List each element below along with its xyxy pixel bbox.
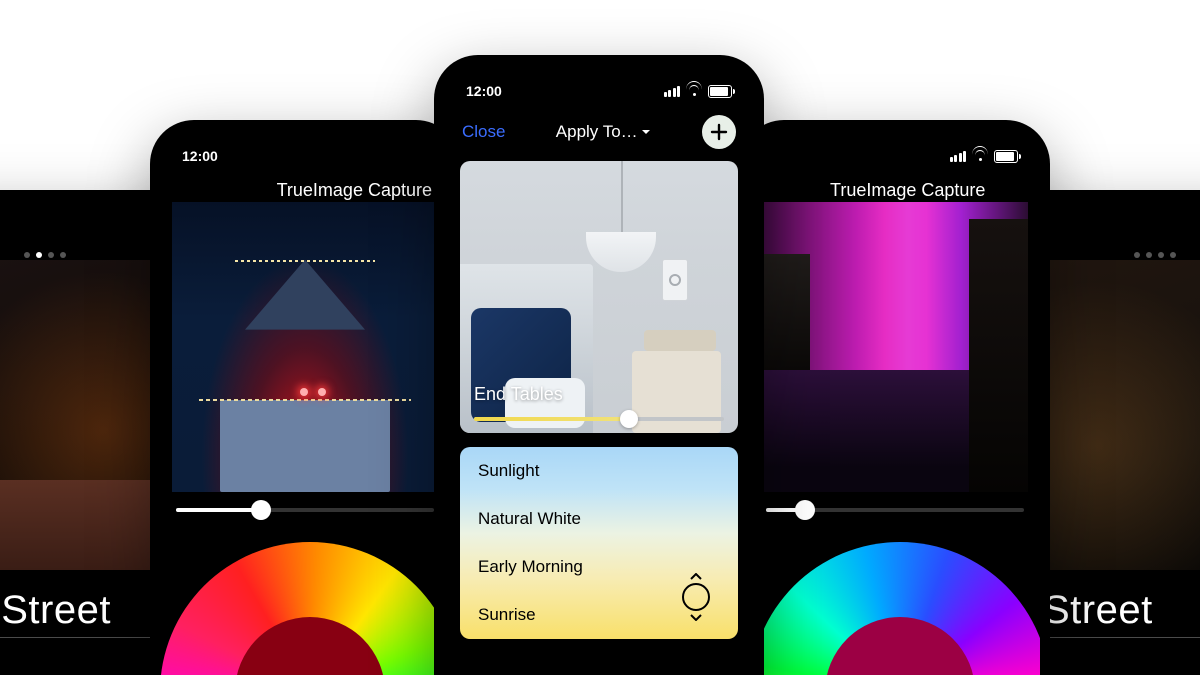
slider-thumb[interactable]	[620, 410, 638, 428]
status-icons	[664, 85, 733, 98]
chevron-up-icon	[689, 573, 703, 581]
status-time: 12:00	[466, 83, 502, 99]
phone-right: TrueImage Capture	[740, 120, 1050, 675]
battery-icon	[708, 85, 732, 98]
add-button[interactable]	[702, 115, 736, 149]
preset-natural-white[interactable]: Natural White	[460, 495, 738, 543]
color-wheel[interactable]	[750, 542, 1040, 675]
apply-to-dropdown[interactable]: Apply To…	[556, 122, 652, 142]
close-button[interactable]: Close	[462, 122, 505, 142]
status-bar: 12:00	[160, 130, 450, 176]
preset-sunlight[interactable]: Sunlight	[460, 447, 738, 495]
plus-icon	[710, 123, 728, 141]
color-wheel[interactable]	[160, 542, 450, 675]
scene-brightness-slider[interactable]	[474, 417, 724, 421]
scene-card[interactable]: End Tables	[460, 161, 738, 433]
phone-left: 12:00 TrueImage Capture	[150, 120, 460, 675]
apply-to-label: Apply To…	[556, 122, 638, 142]
pendant-light-icon	[586, 232, 656, 272]
battery-icon	[994, 150, 1018, 163]
color-temperature-presets[interactable]: Sunlight Natural White Early Morning Sun…	[460, 447, 738, 639]
trueimage-capture-label: TrueImage Capture	[830, 180, 985, 201]
trueimage-capture-label: TrueImage Capture	[277, 180, 432, 201]
capture-image[interactable]	[172, 202, 438, 492]
brightness-slider[interactable]	[766, 508, 1024, 512]
cellular-icon	[950, 151, 967, 162]
chevron-down-icon	[689, 613, 703, 621]
slider-thumb[interactable]	[251, 500, 271, 520]
capture-image[interactable]	[762, 202, 1028, 492]
status-bar	[750, 130, 1040, 176]
chevron-down-icon	[640, 126, 652, 138]
preset-scroll-indicator[interactable]	[682, 573, 710, 621]
scene-name: End Tables	[474, 384, 563, 405]
status-bar: 12:00	[444, 65, 754, 111]
slider-thumb[interactable]	[795, 500, 815, 520]
cellular-icon	[664, 86, 681, 97]
wifi-icon	[686, 85, 702, 97]
phone-center: 12:00 Close Apply To…	[434, 55, 764, 675]
wall-switch-icon	[662, 259, 688, 301]
wifi-icon	[972, 150, 988, 162]
brightness-slider[interactable]	[176, 508, 434, 512]
status-time: 12:00	[182, 148, 218, 164]
status-icons	[950, 150, 1019, 163]
selection-ring-icon	[682, 583, 710, 611]
